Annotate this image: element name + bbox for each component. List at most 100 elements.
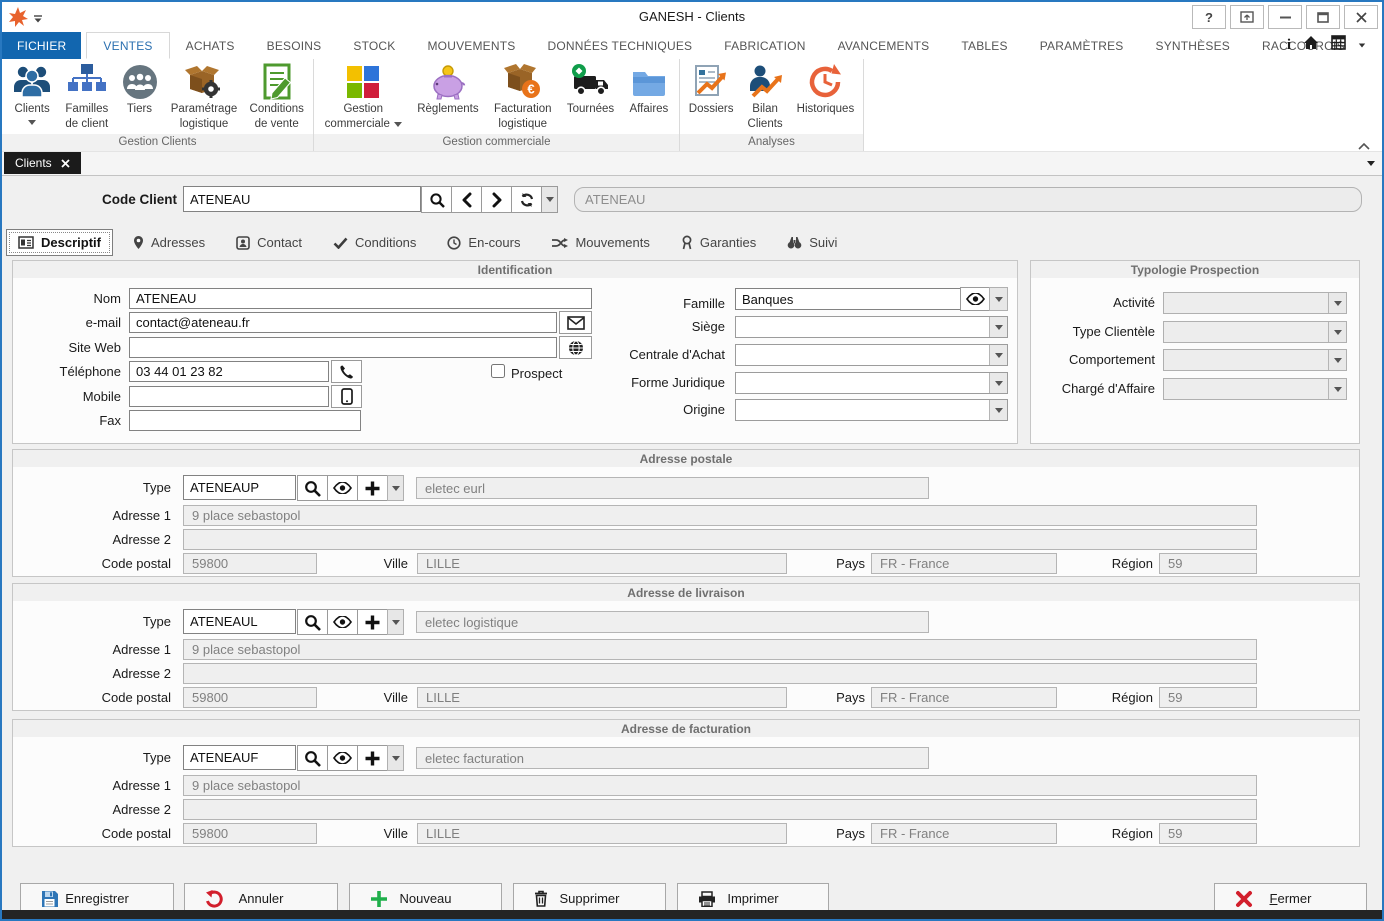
add-address-dropdown[interactable]	[387, 745, 404, 771]
tab-ventes[interactable]: VENTES	[86, 32, 169, 59]
tab-fabrication[interactable]: FABRICATION	[708, 32, 821, 59]
facturation-logistique-button[interactable]: € Facturation logistique	[490, 60, 556, 133]
pin-window-button[interactable]	[1230, 5, 1264, 29]
refresh-record-button[interactable]	[511, 186, 542, 213]
prospect-checkbox[interactable]	[491, 364, 505, 378]
adresse-postale-section: Adresse postale Type eletec eurl Adresse…	[12, 449, 1360, 577]
add-address-button[interactable]	[357, 475, 388, 501]
add-address-dropdown[interactable]	[387, 475, 404, 501]
parametrage-logistique-button[interactable]: Paramétrage logistique	[167, 60, 241, 133]
email-input[interactable]	[129, 312, 557, 333]
help-button[interactable]: ?	[1192, 5, 1226, 29]
group-label-analyses: Analyses	[680, 134, 863, 151]
tab-garanties[interactable]: Garanties	[670, 229, 767, 256]
calculator-icon[interactable]	[1331, 35, 1346, 55]
address-type-input[interactable]	[183, 745, 296, 770]
tab-parametres[interactable]: PARAMÈTRES	[1024, 32, 1140, 59]
add-address-button[interactable]	[357, 745, 388, 771]
activite-select[interactable]	[1163, 292, 1347, 314]
tab-mouvements[interactable]: MOUVEMENTS	[411, 32, 531, 59]
call-phone-button[interactable]	[331, 360, 362, 383]
document-tab-clients[interactable]: Clients	[4, 152, 81, 174]
window-controls: ?	[1188, 5, 1378, 29]
tiers-button[interactable]: Tiers	[117, 60, 163, 119]
tab-suivi[interactable]: Suivi	[776, 229, 848, 256]
tab-label: Suivi	[809, 235, 837, 250]
view-famille-button[interactable]	[960, 287, 990, 311]
search-address-button[interactable]	[297, 475, 328, 501]
type-clientele-select[interactable]	[1163, 321, 1347, 343]
home-icon[interactable]	[1303, 35, 1319, 55]
printer-icon	[698, 891, 716, 907]
address-type-input[interactable]	[183, 609, 296, 634]
search-address-button[interactable]	[297, 745, 328, 771]
familles-de-client-button[interactable]: Familles de client	[61, 60, 112, 133]
mobile-phone-icon	[341, 388, 353, 405]
maximize-button[interactable]	[1306, 5, 1340, 29]
bilan-clients-button[interactable]: Bilan Clients	[741, 60, 789, 133]
code-client-input[interactable]	[183, 186, 421, 212]
address-type-input[interactable]	[183, 475, 296, 500]
tab-achats[interactable]: ACHATS	[170, 32, 251, 59]
refresh-icon	[519, 192, 535, 208]
historiques-button[interactable]: Historiques	[793, 60, 859, 119]
reglements-button[interactable]: Règlements	[413, 60, 482, 119]
nom-input[interactable]	[129, 288, 592, 309]
add-address-button[interactable]	[357, 609, 388, 635]
tab-donnees-techniques[interactable]: DONNÉES TECHNIQUES	[532, 32, 709, 59]
close-button[interactable]	[1344, 5, 1378, 29]
tab-fichier[interactable]: FICHIER	[2, 32, 81, 59]
tab-besoins[interactable]: BESOINS	[251, 32, 338, 59]
close-tab-icon[interactable]	[61, 159, 70, 168]
activite-label: Activité	[1035, 295, 1155, 310]
gestion-commerciale-button[interactable]: Gestion commerciale	[321, 60, 406, 133]
address-company-name: eletec logistique	[416, 611, 929, 633]
mobile-input[interactable]	[129, 386, 329, 407]
refresh-options-dropdown[interactable]	[541, 186, 558, 213]
close-icon	[1356, 12, 1367, 23]
identification-title: Identification	[13, 261, 1017, 278]
info-icon[interactable]: i	[1287, 37, 1291, 54]
conditions-de-vente-button[interactable]: Conditions de vente	[246, 60, 308, 133]
centrale-achat-select[interactable]	[735, 344, 1008, 366]
famille-input[interactable]	[735, 288, 961, 310]
forme-juridique-select[interactable]	[735, 372, 1008, 394]
fax-input[interactable]	[129, 410, 361, 431]
tab-mouvements[interactable]: Mouvements	[540, 229, 660, 256]
view-address-button[interactable]	[327, 609, 358, 635]
previous-record-button[interactable]	[451, 186, 482, 213]
siteweb-input[interactable]	[129, 337, 557, 358]
tab-tables[interactable]: TABLES	[945, 32, 1023, 59]
tab-stock[interactable]: STOCK	[337, 32, 411, 59]
call-mobile-button[interactable]	[331, 385, 362, 408]
tab-conditions[interactable]: Conditions	[322, 229, 427, 256]
tab-descriptif[interactable]: Descriptif	[6, 229, 113, 256]
search-record-button[interactable]	[421, 186, 452, 213]
charge-affaire-select[interactable]	[1163, 378, 1347, 400]
tab-adresses[interactable]: Adresses	[122, 229, 216, 256]
dossiers-button[interactable]: Dossiers	[685, 60, 738, 119]
add-address-dropdown[interactable]	[387, 609, 404, 635]
telephone-input[interactable]	[129, 361, 329, 382]
next-record-button[interactable]	[481, 186, 512, 213]
application-window: GANESH - Clients ? FICHIER VENTES ACHATS…	[0, 0, 1384, 921]
origine-select[interactable]	[735, 399, 1008, 421]
tab-list-dropdown-icon[interactable]	[1367, 161, 1375, 166]
tab-avancements[interactable]: AVANCEMENTS	[822, 32, 946, 59]
tab-syntheses[interactable]: SYNTHÈSES	[1140, 32, 1247, 59]
tab-contact[interactable]: Contact	[225, 229, 313, 256]
tab-en-cours[interactable]: En-cours	[436, 229, 531, 256]
comportement-label: Comportement	[1035, 352, 1155, 367]
minimize-button[interactable]	[1268, 5, 1302, 29]
calculator-dropdown-icon[interactable]	[1359, 43, 1365, 47]
comportement-select[interactable]	[1163, 349, 1347, 371]
view-address-button[interactable]	[327, 745, 358, 771]
search-address-button[interactable]	[297, 609, 328, 635]
siege-select[interactable]	[735, 316, 1008, 338]
tournees-button[interactable]: Tournées	[563, 60, 618, 119]
clients-button[interactable]: Clients	[7, 60, 57, 127]
famille-dropdown[interactable]	[989, 287, 1008, 311]
affaires-button[interactable]: Affaires	[626, 60, 673, 119]
adresse2-field	[183, 663, 1257, 684]
view-address-button[interactable]	[327, 475, 358, 501]
